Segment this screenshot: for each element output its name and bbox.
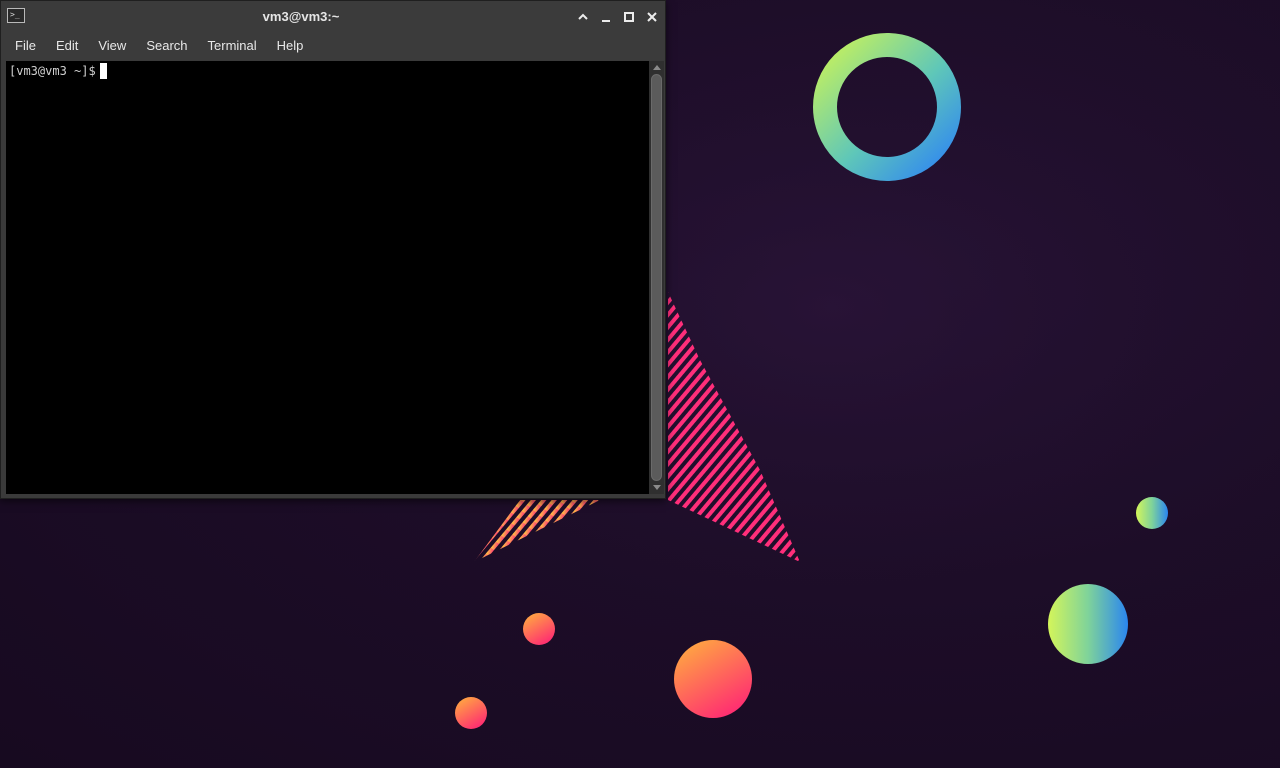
maximize-button[interactable] xyxy=(619,7,639,27)
menu-search[interactable]: Search xyxy=(136,32,197,60)
scroll-down-button[interactable] xyxy=(649,482,664,494)
vertical-scrollbar[interactable] xyxy=(649,61,664,494)
wallpaper-bubble xyxy=(674,640,752,718)
scroll-up-button[interactable] xyxy=(649,61,664,73)
text-cursor xyxy=(99,63,107,79)
menu-bar: File Edit View Search Terminal Help xyxy=(1,32,665,60)
terminal-output[interactable]: [vm3@vm3 ~]$ xyxy=(6,61,649,494)
menu-edit[interactable]: Edit xyxy=(46,32,88,60)
window-title: vm3@vm3:~ xyxy=(262,9,340,24)
title-bar[interactable]: >_ vm3@vm3:~ xyxy=(1,1,665,32)
terminal-prompt: [vm3@vm3 ~]$ xyxy=(9,64,96,78)
wallpaper-bubble xyxy=(1136,497,1168,529)
minimize-icon xyxy=(602,20,610,22)
menu-file[interactable]: File xyxy=(1,32,46,60)
terminal-window[interactable]: >_ vm3@vm3:~ File Edit View Search Termi… xyxy=(0,0,666,499)
menu-terminal[interactable]: Terminal xyxy=(198,32,267,60)
wallpaper-bubble xyxy=(455,697,487,729)
wallpaper-bubble xyxy=(1048,584,1128,664)
arrow-up-icon xyxy=(652,65,661,70)
wallpaper-bubble xyxy=(523,613,555,645)
menu-help[interactable]: Help xyxy=(267,32,314,60)
restore-button[interactable] xyxy=(573,7,593,27)
close-button[interactable] xyxy=(642,7,662,27)
maximize-icon xyxy=(624,12,634,22)
close-icon xyxy=(647,12,657,22)
chevron-up-icon xyxy=(578,13,588,20)
arrow-down-icon xyxy=(652,485,661,490)
terminal-prompt-line: [vm3@vm3 ~]$ xyxy=(9,63,107,79)
minimize-button[interactable] xyxy=(596,7,616,27)
menu-view[interactable]: View xyxy=(88,32,136,60)
scrollbar-thumb[interactable] xyxy=(651,74,662,481)
desktop: >_ vm3@vm3:~ File Edit View Search Termi… xyxy=(0,0,1280,768)
